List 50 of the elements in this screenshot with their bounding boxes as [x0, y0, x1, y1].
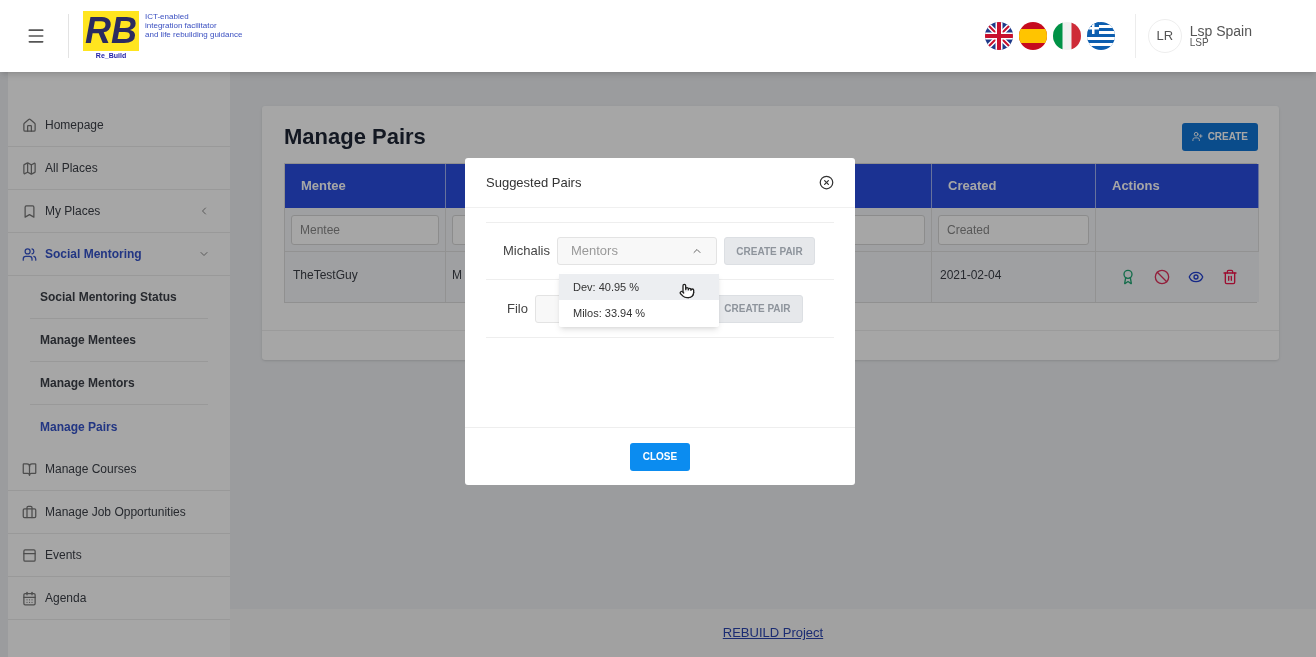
- dialog-title: Suggested Pairs: [486, 173, 582, 192]
- project-link[interactable]: REBUILD Project: [722, 623, 824, 643]
- table-cell: 2021-02-04: [932, 252, 1096, 302]
- eye-icon[interactable]: [1188, 269, 1204, 285]
- sidebar-item[interactable]: All Places: [8, 147, 230, 190]
- calendar-icon: [22, 590, 37, 606]
- mentee-name: Filo: [507, 299, 528, 318]
- user-role: LSP: [1189, 38, 1209, 48]
- close-icon[interactable]: [819, 175, 834, 190]
- sidebar-item[interactable]: Manage Courses: [8, 448, 230, 491]
- briefcase-icon: [22, 504, 37, 520]
- sidebar-subitem[interactable]: Manage Mentees: [30, 319, 208, 362]
- create-button[interactable]: CREATE: [1181, 122, 1258, 151]
- greece-flag-icon[interactable]: [1086, 22, 1115, 50]
- user-name: Lsp Spain: [1189, 24, 1252, 38]
- sidebar-item[interactable]: My Places: [8, 190, 230, 233]
- sidebar-item[interactable]: Events: [8, 534, 230, 577]
- sidebar-item[interactable]: Homepage: [8, 104, 230, 147]
- menu-icon[interactable]: [26, 26, 46, 46]
- trash-icon[interactable]: [1222, 269, 1238, 285]
- sidebar-item[interactable]: Agenda: [8, 577, 230, 620]
- table-cell: TheTestGuy: [285, 252, 446, 302]
- filter-field[interactable]: Mentee: [291, 214, 439, 245]
- bookmark-icon: [22, 203, 37, 219]
- logo-tagline: ICT-enabled: [145, 11, 190, 21]
- italy-flag-icon[interactable]: [1052, 22, 1081, 50]
- logo-tagline: and life rebuilding guidance: [145, 29, 243, 39]
- map-icon: [22, 160, 37, 176]
- users-icon: [22, 246, 37, 262]
- house-icon: [22, 117, 37, 133]
- logo-letters: RB: [83, 10, 139, 51]
- uk-flag-icon[interactable]: [984, 22, 1013, 50]
- sidebar-subitem[interactable]: Social Mentoring Status: [30, 276, 208, 319]
- sidebar-item[interactable]: Manage Job Opportunities: [8, 491, 230, 534]
- sidebar-item[interactable]: Social Mentoring: [8, 233, 230, 276]
- spain-flag-icon[interactable]: [1018, 22, 1047, 50]
- sidebar-subitem[interactable]: Manage Mentors: [30, 362, 208, 405]
- sidebar-subitem[interactable]: Manage Pairs: [30, 405, 208, 448]
- column-header: Created: [932, 164, 1096, 208]
- page-title: Manage Pairs: [284, 123, 426, 151]
- ban-icon[interactable]: [1154, 269, 1170, 285]
- column-header: Mentee: [285, 164, 446, 208]
- logo-tagline: integration facilitator: [145, 20, 218, 30]
- book-icon: [22, 461, 37, 477]
- filter-field[interactable]: Created: [938, 214, 1089, 245]
- hand-cursor-icon: [679, 283, 695, 299]
- close-button[interactable]: CLOSE: [629, 442, 691, 471]
- column-header: Actions: [1096, 164, 1259, 208]
- window-icon: [22, 547, 37, 563]
- add-user-icon: [1191, 131, 1203, 142]
